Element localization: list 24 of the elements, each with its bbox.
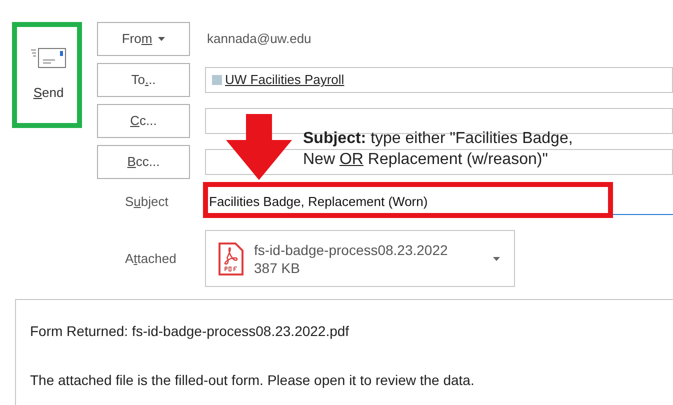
body-text: Form Returned: fs-id-badge-process08.23.2022.pdf: [30, 322, 350, 340]
subject-field[interactable]: Facilities Badge, Replacement (Worn): [205, 189, 673, 215]
to-button[interactable]: To...: [97, 63, 190, 97]
contact-icon: [212, 75, 222, 85]
attachment-size: 387 KB: [254, 258, 301, 276]
annotation-text: Subject: type either "Facilities Badge, New OR Replacement (w/reason)": [303, 129, 573, 170]
to-field[interactable]: UW Facilities Payroll: [205, 67, 673, 93]
from-button[interactable]: From: [97, 22, 190, 56]
message-body[interactable]: Form Returned: fs-id-badge-process08.23.2022.pdf The attached file is the filled-out form. Please open it to review the data.: [15, 299, 673, 405]
recipient-link[interactable]: UW Facilities Payroll: [225, 70, 344, 90]
attachment-card[interactable]: fs-id-badge-process08.23.2022 387 KB: [205, 230, 515, 287]
down-arrow-icon: [226, 114, 292, 180]
envelope-icon: [30, 47, 66, 70]
bcc-field[interactable]: [205, 149, 673, 175]
cc-button[interactable]: Cc...: [97, 104, 190, 138]
attached-label: Attached: [124, 250, 178, 268]
caret-icon[interactable]: [493, 256, 500, 260]
subject-label: Subject: [124, 193, 170, 212]
attachment-name: fs-id-badge-process08.23.2022: [254, 240, 449, 258]
body-text: The attached file is the filled-out form. Please open it to review the data.: [30, 371, 476, 389]
pdf-file-icon: [218, 242, 244, 276]
from-address: kannada@uw.edu: [207, 30, 312, 48]
bcc-button[interactable]: Bcc...: [97, 145, 190, 179]
caret-icon: [158, 37, 166, 41]
